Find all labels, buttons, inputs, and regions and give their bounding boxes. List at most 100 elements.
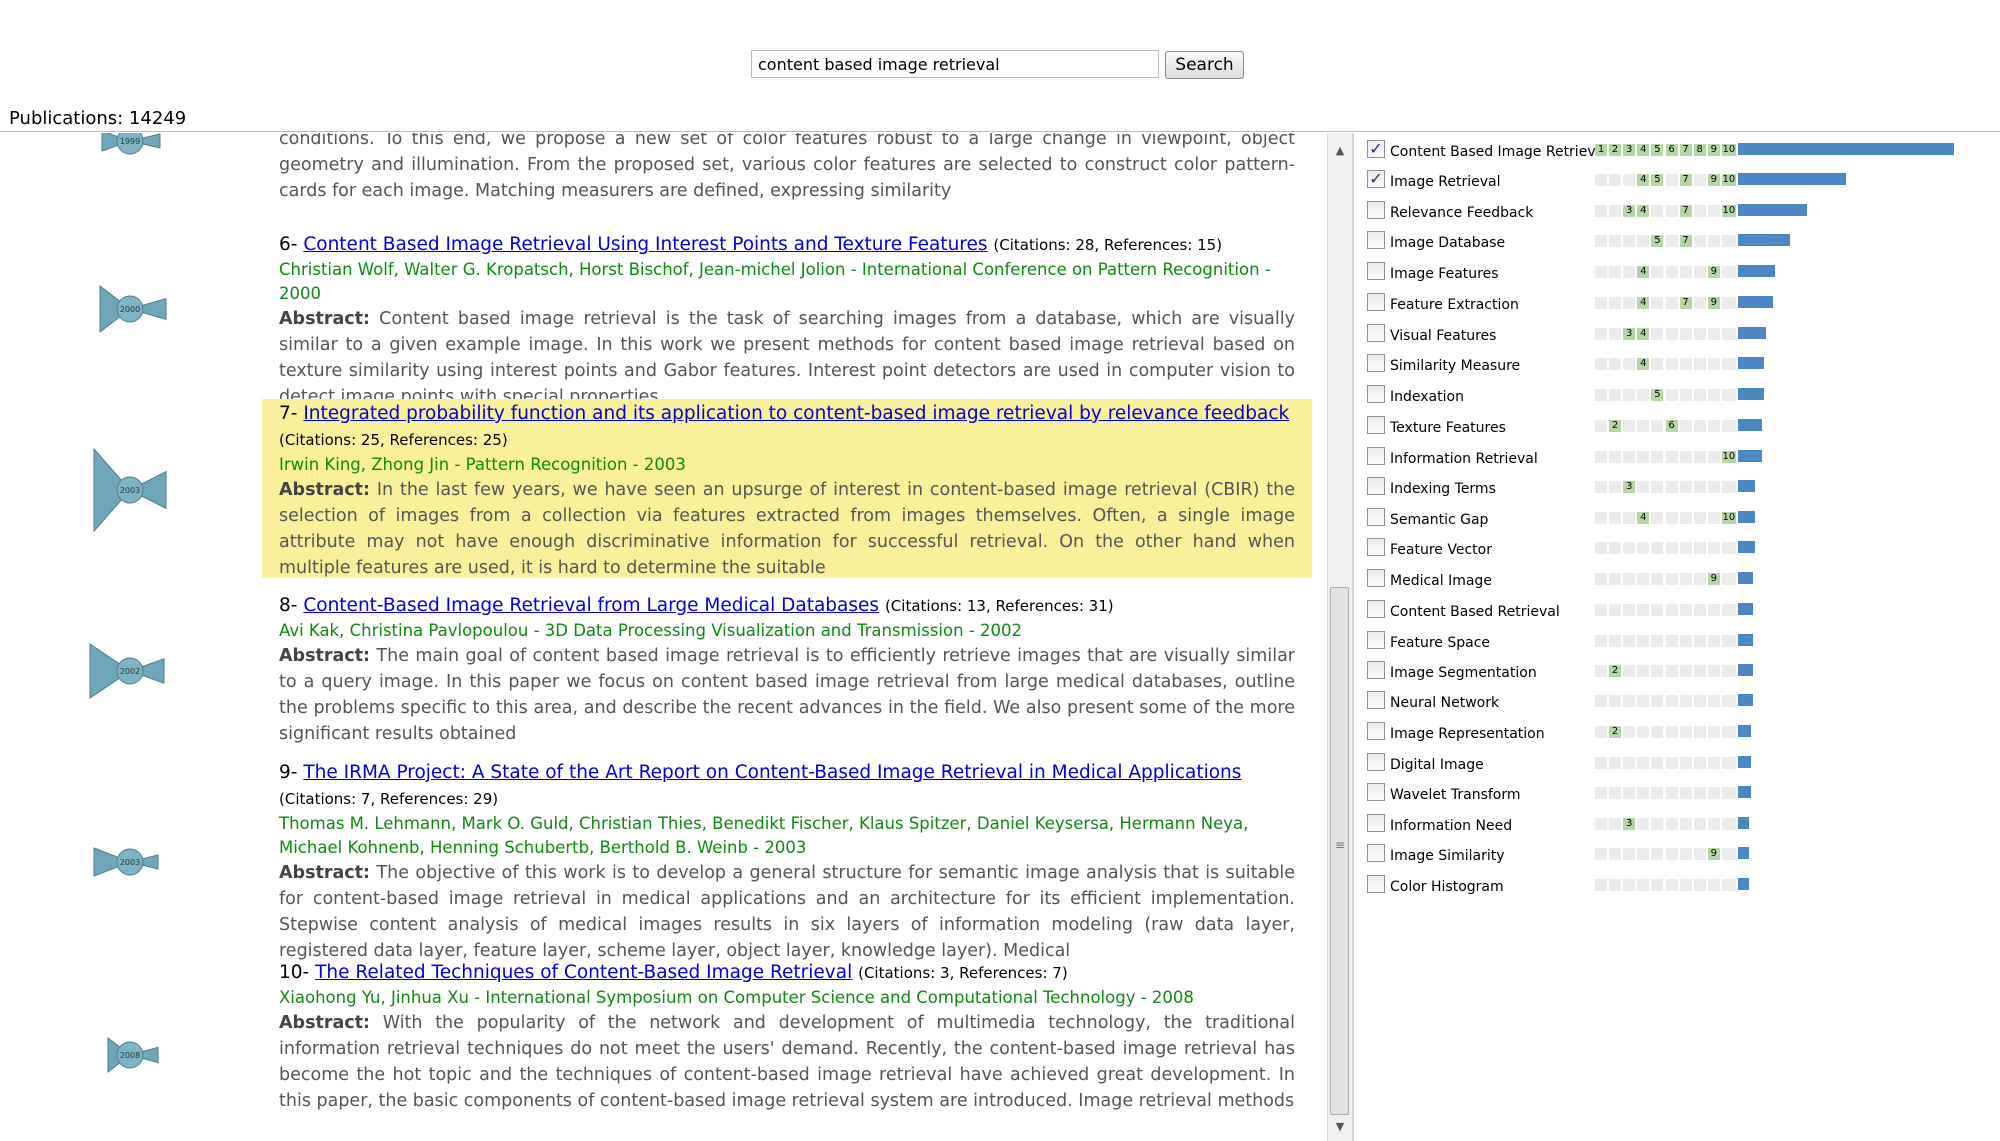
publication-title-link[interactable]: The IRMA Project: A State of the Art Rep… — [303, 762, 1241, 783]
keyword-checkbox[interactable] — [1367, 600, 1385, 618]
scroll-up-arrow-icon[interactable]: ▲ — [1328, 141, 1352, 161]
keyword-frequency-bar — [1738, 265, 1775, 277]
keyword-row[interactable]: Medical Image 9 — [1358, 564, 1998, 594]
scroll-down-arrow-icon[interactable]: ▼ — [1328, 1117, 1352, 1137]
result-cell — [1679, 665, 1692, 677]
keyword-checkbox[interactable] — [1367, 447, 1385, 465]
list-scrollbar[interactable]: ▲ ≡ ▼ — [1327, 133, 1353, 1141]
citation-glyph-icon: 2002 — [89, 643, 165, 699]
result-cell — [1721, 266, 1736, 278]
keyword-checkbox[interactable]: ✓ — [1367, 140, 1385, 158]
keyword-checkbox[interactable] — [1367, 569, 1385, 587]
keyword-frequency-bar — [1738, 234, 1790, 246]
publication-header: 9- The IRMA Project: A State of the Art … — [279, 760, 1295, 812]
keyword-row[interactable]: Content Based Retrieval — [1358, 595, 1998, 625]
keyword-row[interactable]: Color Histogram — [1358, 870, 1998, 900]
keyword-row[interactable]: Image Similarity 9 — [1358, 839, 1998, 869]
keyword-label: Medical Image — [1390, 573, 1492, 589]
keyword-checkbox[interactable] — [1367, 783, 1385, 801]
keyword-checkbox[interactable] — [1367, 385, 1385, 403]
keyword-checkbox[interactable] — [1367, 631, 1385, 649]
keyword-checkbox[interactable] — [1367, 753, 1385, 771]
result-cell: 4 — [1637, 266, 1650, 278]
keyword-row[interactable]: ✓ Content Based Image Retrieval 1 2 3 4 5 6 7 8 9 1… — [1358, 135, 1998, 165]
keyword-row[interactable]: Similarity Measure 4 — [1358, 349, 1998, 379]
result-cell — [1623, 726, 1636, 738]
keyword-checkbox[interactable] — [1367, 231, 1385, 249]
result-cell — [1651, 879, 1664, 891]
result-cell — [1707, 420, 1720, 432]
keyword-label: Semantic Gap — [1390, 512, 1489, 528]
publication-title-link[interactable]: Content Based Image Retrieval Using Inte… — [303, 234, 987, 255]
keyword-row[interactable]: Image Representation 2 — [1358, 717, 1998, 747]
keyword-row[interactable]: Image Segmentation 2 — [1358, 656, 1998, 686]
result-cell — [1609, 879, 1622, 891]
grip-icon: ≡ — [1335, 838, 1346, 852]
result-cell — [1651, 695, 1664, 707]
keyword-row[interactable]: Indexing Terms 3 — [1358, 472, 1998, 502]
publication-title-link[interactable]: The Related Techniques of Content-Based … — [315, 962, 852, 983]
keyword-checkbox[interactable] — [1367, 416, 1385, 434]
keyword-row[interactable]: Feature Space — [1358, 626, 1998, 656]
keyword-row[interactable]: Relevance Feedback 3 4 7 10 — [1358, 196, 1998, 226]
keyword-row[interactable]: Indexation 5 — [1358, 380, 1998, 410]
result-cell — [1609, 604, 1622, 616]
keyword-checkbox[interactable]: ✓ — [1367, 170, 1385, 188]
result-cell — [1707, 695, 1720, 707]
search-button[interactable]: Search — [1165, 51, 1244, 79]
keyword-checkbox[interactable] — [1367, 722, 1385, 740]
keyword-checkbox[interactable] — [1367, 293, 1385, 311]
keyword-row[interactable]: Visual Features 3 4 — [1358, 319, 1998, 349]
abstract-label: Abstract: — [279, 646, 371, 666]
abstract-label: Abstract: — [279, 1013, 371, 1033]
keyword-row[interactable]: Information Need 3 — [1358, 809, 1998, 839]
keyword-row[interactable]: Information Retrieval 10 — [1358, 442, 1998, 472]
keyword-row[interactable]: Neural Network — [1358, 686, 1998, 716]
keyword-checkbox[interactable] — [1367, 814, 1385, 832]
keyword-row[interactable]: Image Database 5 7 — [1358, 226, 1998, 256]
publication-authors: Xiaohong Yu, Jinhua Xu - International S… — [279, 988, 1194, 1007]
glyph-year: 2002 — [120, 667, 140, 676]
keyword-checkbox[interactable] — [1367, 661, 1385, 679]
keyword-checkbox[interactable] — [1367, 201, 1385, 219]
result-cell — [1637, 235, 1650, 247]
result-cell: 3 — [1623, 481, 1636, 493]
keyword-checkbox[interactable] — [1367, 262, 1385, 280]
result-cell — [1595, 695, 1607, 707]
result-cell: 7 — [1679, 174, 1692, 186]
keyword-frequency-bar — [1738, 204, 1807, 216]
keyword-checkbox[interactable] — [1367, 691, 1385, 709]
citation-count: (Citations: 13, References: 31) — [884, 597, 1114, 615]
keyword-checkbox[interactable] — [1367, 538, 1385, 556]
keyword-row[interactable]: ✓ Image Retrieval 4 5 7 9 10 — [1358, 165, 1998, 195]
result-cell — [1623, 757, 1636, 769]
result-cell: 8 — [1693, 144, 1706, 156]
keyword-row[interactable]: Wavelet Transform — [1358, 778, 1998, 808]
keyword-checkbox[interactable] — [1367, 354, 1385, 372]
result-cell — [1623, 695, 1636, 707]
keyword-row[interactable]: Digital Image — [1358, 748, 1998, 778]
result-cell — [1623, 848, 1636, 860]
keyword-row[interactable]: Semantic Gap 4 10 — [1358, 503, 1998, 533]
search-input[interactable] — [751, 50, 1159, 78]
keyword-checkbox[interactable] — [1367, 844, 1385, 862]
result-cell — [1679, 451, 1692, 463]
scroll-thumb[interactable]: ≡ — [1330, 587, 1349, 1115]
keyword-checkbox[interactable] — [1367, 477, 1385, 495]
result-cell — [1707, 757, 1720, 769]
publication-title-link[interactable]: Content-Based Image Retrieval from Large… — [303, 595, 879, 616]
result-cell — [1721, 358, 1736, 370]
result-cell — [1595, 818, 1607, 830]
keyword-row[interactable]: Feature Vector — [1358, 533, 1998, 563]
publication-title-link[interactable]: Integrated probability function and its … — [303, 403, 1289, 424]
keyword-row[interactable]: Image Features 4 9 — [1358, 257, 1998, 287]
keyword-checkbox[interactable] — [1367, 508, 1385, 526]
glyph-year: 1999 — [120, 137, 140, 146]
result-cell: 9 — [1707, 266, 1720, 278]
keyword-checkbox[interactable] — [1367, 324, 1385, 342]
keyword-row[interactable]: Feature Extraction 4 7 9 — [1358, 288, 1998, 318]
publication-authors: Irwin King, Zhong Jin - Pattern Recognit… — [279, 455, 686, 474]
result-cell — [1609, 297, 1622, 309]
keyword-checkbox[interactable] — [1367, 875, 1385, 893]
keyword-row[interactable]: Texture Features 2 6 — [1358, 411, 1998, 441]
